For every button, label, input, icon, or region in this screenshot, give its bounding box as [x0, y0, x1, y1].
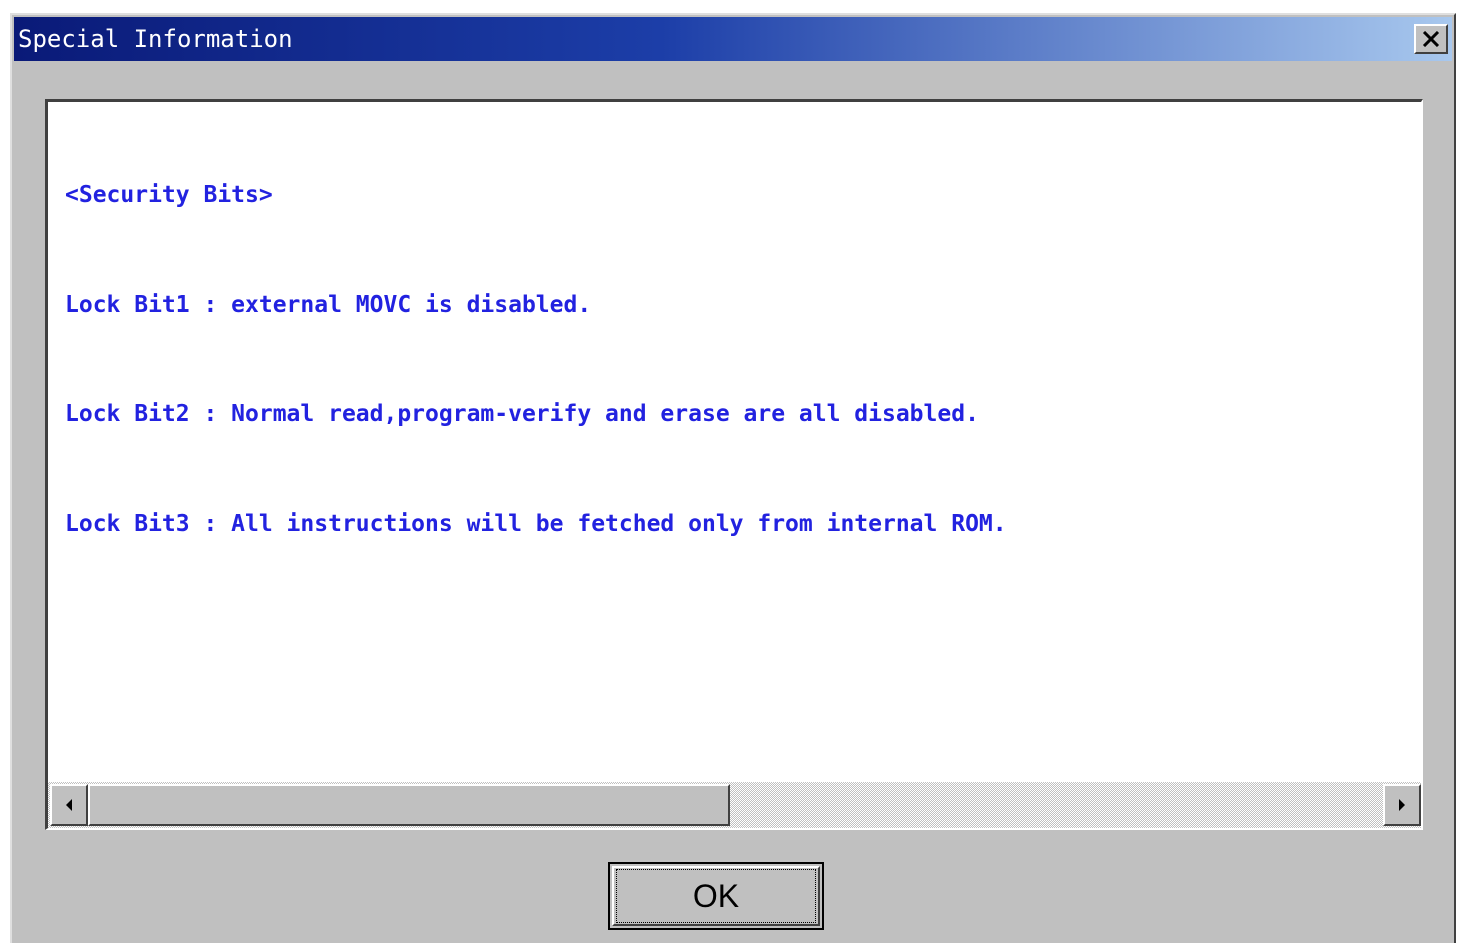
title-bar[interactable]: Special Information: [14, 17, 1452, 61]
security-info-textbox[interactable]: <Security Bits> Lock Bit1 : external MOV…: [45, 99, 1423, 830]
lock-bit2-line: Lock Bit2 : Normal read,program-verify a…: [65, 401, 979, 427]
scroll-right-arrow-icon: [1399, 799, 1405, 811]
scroll-left-button[interactable]: [50, 784, 88, 826]
ok-button-focus-rect: OK: [616, 869, 816, 923]
window-title: Special Information: [18, 25, 293, 53]
scroll-thumb[interactable]: [88, 784, 730, 826]
security-info-text: <Security Bits> Lock Bit1 : external MOV…: [65, 104, 1421, 784]
ok-button-label: OK: [692, 877, 740, 914]
close-button[interactable]: [1414, 24, 1448, 54]
close-icon: [1422, 31, 1440, 47]
lock-bit1-line: Lock Bit1 : external MOVC is disabled.: [65, 291, 592, 318]
ok-button[interactable]: OK: [608, 862, 824, 930]
lock-bit3-line: Lock Bit3 : All instructions will be fet…: [65, 510, 1007, 537]
horizontal-scrollbar[interactable]: [48, 782, 1421, 828]
security-bits-header: <Security Bits>: [65, 182, 273, 208]
scroll-left-arrow-icon: [66, 799, 72, 811]
special-information-dialog: Special Information <Security Bits> Lock…: [10, 13, 1456, 943]
scroll-right-button[interactable]: [1383, 784, 1421, 826]
